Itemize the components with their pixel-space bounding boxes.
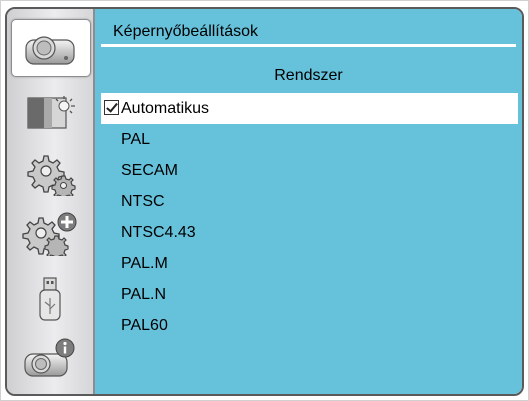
sidebar: [7, 9, 95, 394]
content-pane: Képernyőbeállítások Rendszer Automatikus…: [95, 9, 522, 394]
projector-icon: [25, 36, 75, 65]
system-options-list: Automatikus PAL SECAM NTSC NTSC4.43 PAL.…: [101, 93, 518, 341]
page-title: Képernyőbeállítások: [101, 17, 516, 47]
option-label: Automatikus: [121, 100, 210, 117]
option-label: PAL.N: [121, 286, 167, 303]
option-ntsc[interactable]: NTSC: [101, 186, 518, 217]
option-automatikus[interactable]: Automatikus: [101, 93, 518, 124]
osd-window: Képernyőbeállítások Rendszer Automatikus…: [0, 0, 529, 401]
sidebar-item-info[interactable]: [15, 335, 85, 383]
sidebar-item-settings[interactable]: [15, 149, 85, 197]
picture-brightness-icon: [27, 96, 75, 129]
projector-info-icon: [24, 338, 75, 377]
option-label: NTSC: [121, 193, 165, 210]
section-title: Rendszer: [274, 67, 343, 84]
usb-icon: [39, 277, 61, 321]
option-secam[interactable]: SECAM: [101, 155, 518, 186]
option-pal[interactable]: PAL: [101, 124, 518, 155]
osd-panel: Képernyőbeállítások Rendszer Automatikus…: [5, 7, 524, 396]
option-label: PAL60: [121, 317, 168, 334]
checkbox-checked-icon: [104, 100, 119, 115]
option-pal-m[interactable]: PAL.M: [101, 248, 518, 279]
option-pal-n[interactable]: PAL.N: [101, 279, 518, 310]
sidebar-item-projector[interactable]: [11, 19, 91, 77]
option-label: NTSC4.43: [121, 224, 196, 241]
advanced-settings-gear-plus-icon: [22, 212, 77, 256]
option-pal60[interactable]: PAL60: [101, 310, 518, 341]
option-label: PAL.M: [121, 255, 168, 272]
sidebar-item-advanced-settings[interactable]: [15, 209, 85, 257]
option-label: SECAM: [121, 162, 178, 179]
sidebar-item-usb[interactable]: [15, 277, 85, 325]
sidebar-item-picture[interactable]: [15, 89, 85, 137]
option-ntsc443[interactable]: NTSC4.43: [101, 217, 518, 248]
settings-gear-icon: [27, 155, 76, 196]
option-label: PAL: [121, 131, 151, 148]
